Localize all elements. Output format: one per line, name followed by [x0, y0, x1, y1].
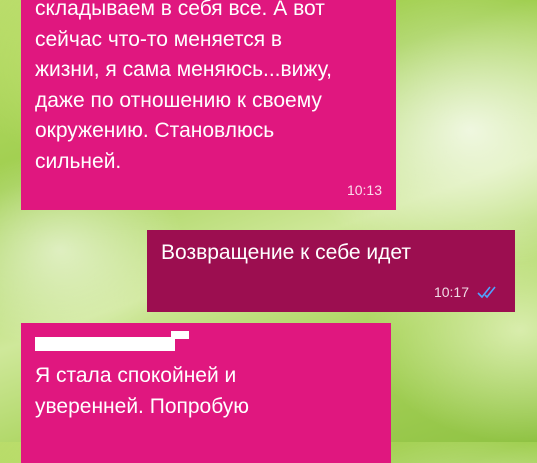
- message-text: складываем в себя все. А вот сейчас что-…: [35, 0, 332, 173]
- message-time: 10:13: [346, 182, 382, 198]
- message-bubble-incoming[interactable]: складываем в себя все. А вот сейчас что-…: [21, 0, 396, 210]
- chat-thread: складываем в себя все. А вот сейчас что-…: [0, 0, 537, 463]
- redacted-sender-name: [35, 331, 189, 351]
- message-bubble-incoming[interactable]: Я стала спокойней и уверенней. Попробую: [21, 323, 391, 463]
- message-meta: 10:13: [347, 182, 382, 198]
- message-meta: 10:17: [434, 284, 501, 300]
- message-time: 10:17: [433, 284, 469, 300]
- message-text: Я стала спокойней и уверенней. Попробую: [35, 364, 250, 418]
- message-text: Возвращение к себе идет: [161, 241, 412, 264]
- message-bubble-outgoing[interactable]: Возвращение к себе идет 10:17: [147, 230, 515, 312]
- double-check-icon: [477, 285, 501, 299]
